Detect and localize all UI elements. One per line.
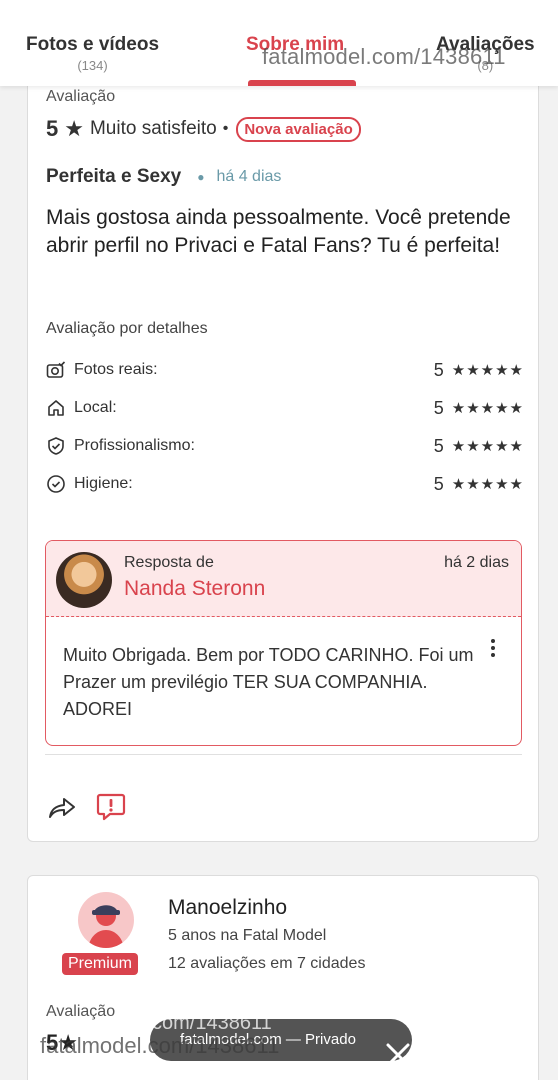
check-circle-icon xyxy=(47,475,65,493)
reviewer-name[interactable]: Manoelzinho xyxy=(168,896,287,920)
detail-stars: ★★★★★ xyxy=(451,362,524,379)
close-icon[interactable] xyxy=(384,1041,412,1069)
reviewer-review-count: 12 avaliações em 7 cidades xyxy=(168,955,366,972)
avatar[interactable] xyxy=(56,552,112,608)
rating-text: Muito satisfeito xyxy=(89,118,217,139)
review-title-row: Perfeita e Sexy ● há 4 dias xyxy=(46,166,281,188)
home-icon xyxy=(48,400,64,416)
detail-label: Fotos reais: xyxy=(74,361,158,378)
detail-row: Local: 5 ★★★★★ xyxy=(46,396,524,420)
tab-label: Fotos e vídeos xyxy=(26,34,160,55)
detail-value: 5 xyxy=(433,397,444,418)
shield-check-icon xyxy=(48,437,64,455)
avatar[interactable] xyxy=(78,892,134,948)
section-label: Avaliação xyxy=(46,1003,116,1020)
star-icon: ★ xyxy=(64,116,84,141)
review-card: Avaliação 5 ★ Muito satisfeito • Nova av… xyxy=(27,60,539,842)
owner-reply: Resposta de Nanda Steronn há 2 dias Muit… xyxy=(45,540,522,746)
share-icon[interactable] xyxy=(48,796,76,820)
detail-stars: ★★★★★ xyxy=(451,438,524,455)
detail-label: Profissionalismo: xyxy=(74,437,195,454)
watermark: fatalmodel.com/1438611 xyxy=(40,1033,280,1058)
review-text: Mais gostosa ainda pessoalmente. Você pr… xyxy=(46,206,511,257)
detail-row: Higiene: 5 ★★★★★ xyxy=(46,472,524,496)
section-label: Avaliação xyxy=(46,88,116,105)
separator-dot: ● xyxy=(197,170,205,184)
detail-stars: ★★★★★ xyxy=(451,476,524,493)
details-heading: Avaliação por detalhes xyxy=(46,320,208,337)
reply-from-label: Resposta de xyxy=(124,554,214,571)
user-avatar-icon xyxy=(88,905,124,948)
more-vertical-icon[interactable] xyxy=(485,637,501,661)
reviewer-years: 5 anos na Fatal Model xyxy=(168,927,327,944)
detail-value: 5 xyxy=(433,435,444,456)
reply-author[interactable]: Nanda Steronn xyxy=(124,577,265,601)
separator-dot: • xyxy=(222,120,229,137)
detail-label: Higiene: xyxy=(74,475,133,492)
rating-row: 5 ★ Muito satisfeito • Nova avaliação xyxy=(46,116,361,142)
review-time: há 4 dias xyxy=(216,168,282,185)
review-title: Perfeita e Sexy xyxy=(46,166,182,187)
detail-label: Local: xyxy=(74,399,117,416)
detail-value: 5 xyxy=(433,473,444,494)
tab-count: (134) xyxy=(77,58,108,73)
reply-header: Resposta de Nanda Steronn há 2 dias xyxy=(46,541,521,617)
watermark: com/1438611 xyxy=(152,1012,272,1034)
active-tab-indicator xyxy=(248,80,356,86)
premium-badge: Premium xyxy=(62,953,139,975)
camera-check-icon xyxy=(46,361,66,378)
tab-photos-videos[interactable]: Fotos e vídeos (134) xyxy=(26,34,159,73)
reply-text: Muito Obrigada. Bem por TODO CARINHO. Fo… xyxy=(63,645,474,719)
divider xyxy=(45,754,522,755)
new-review-badge: Nova avaliação xyxy=(236,116,361,142)
watermark: fatalmodel.com/1438611 xyxy=(262,44,506,69)
detail-value: 5 xyxy=(433,359,444,380)
reply-time: há 2 dias xyxy=(444,554,509,571)
detail-row: Fotos reais: 5 ★★★★★ xyxy=(46,358,524,382)
detail-row: Profissionalismo: 5 ★★★★★ xyxy=(46,434,524,458)
detail-stars: ★★★★★ xyxy=(451,400,524,417)
report-icon[interactable] xyxy=(96,792,126,822)
top-tab-bar: Fotos e vídeos (134) Sobre mim Avaliaçõe… xyxy=(0,0,558,86)
rating-value: 5 xyxy=(46,116,59,141)
